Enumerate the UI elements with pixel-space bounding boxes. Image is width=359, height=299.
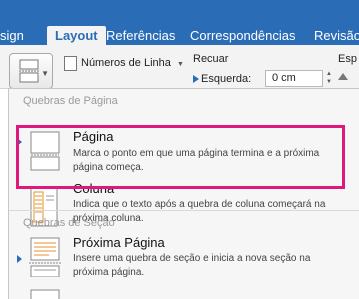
tab-correspondencias[interactable]: Correspondências bbox=[190, 26, 296, 45]
line-numbers-icon bbox=[64, 55, 77, 71]
chevron-down-icon: ▼ bbox=[41, 69, 49, 78]
tab-design[interactable]: sign bbox=[0, 26, 24, 45]
tab-revisao[interactable]: Revisão bbox=[314, 26, 359, 45]
breaks-icon bbox=[19, 59, 39, 83]
indent-label: Recuar bbox=[193, 53, 229, 65]
tab-layout[interactable]: Layout bbox=[47, 26, 106, 45]
menu-item-next-page-break[interactable]: Próxima Página Insere uma quebra de seçã… bbox=[15, 235, 345, 295]
breaks-dropdown-menu: Quebras de Página Página Marca o ponto e… bbox=[8, 88, 359, 299]
line-numbers-label: Números de Linha bbox=[81, 57, 171, 69]
ribbon-panel: ▼ Números de Linha ▼ Recuar Esquerda: 0 … bbox=[0, 45, 359, 89]
indent-left-icon bbox=[193, 75, 199, 84]
spacing-label: Esp bbox=[338, 53, 357, 65]
menu-divider bbox=[9, 210, 359, 211]
section-header-section-breaks: Quebras de Seção bbox=[23, 217, 115, 229]
indent-left-row: Esquerda: bbox=[193, 73, 251, 85]
highlight-box bbox=[16, 125, 345, 189]
indent-left-input[interactable]: 0 cm bbox=[265, 70, 323, 87]
breaks-button[interactable]: ▼ bbox=[9, 53, 53, 89]
ribbon-tab-bar: sign Layout Referências Correspondências… bbox=[0, 0, 359, 45]
line-numbers-button[interactable]: Números de Linha ▼ bbox=[64, 53, 184, 73]
menu-item-description: Insere uma quebra de seção e inicia a no… bbox=[73, 253, 311, 278]
spacing-icon bbox=[338, 73, 348, 80]
indent-left-stepper[interactable]: ▲ ▼ bbox=[324, 70, 334, 87]
pointer-icon bbox=[17, 255, 22, 263]
tab-referencias[interactable]: Referências bbox=[106, 26, 175, 45]
chevron-down-icon: ▼ bbox=[176, 61, 184, 68]
menu-item-title: Próxima Página bbox=[73, 235, 165, 250]
indent-left-label: Esquerda: bbox=[201, 73, 252, 85]
section-break-icon bbox=[30, 289, 60, 299]
section-header-page-breaks: Quebras de Página bbox=[23, 95, 118, 107]
next-page-section-break-icon bbox=[29, 237, 61, 277]
